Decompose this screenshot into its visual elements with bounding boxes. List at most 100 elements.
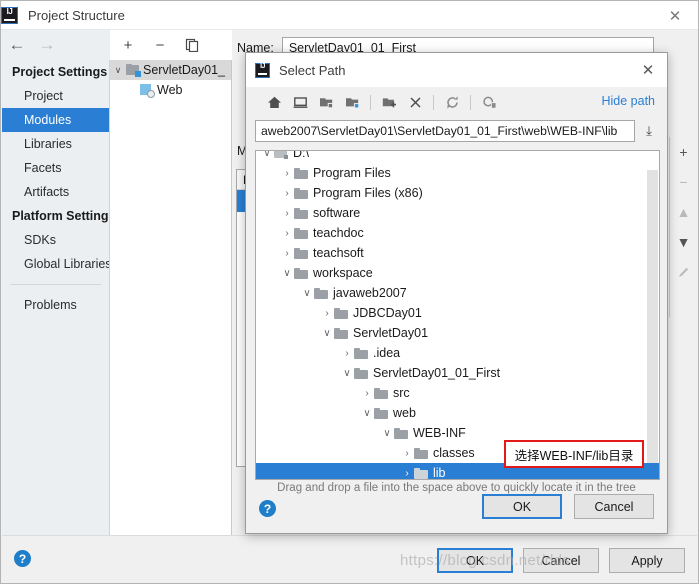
sidebar-item-sdks[interactable]: SDKs [2, 228, 109, 252]
copy-module-icon[interactable] [182, 35, 202, 55]
chevron-right-icon[interactable]: › [280, 208, 294, 219]
chevron-down-icon[interactable]: ∨ [340, 368, 354, 379]
annotation-callout: 选择WEB-INF/lib目录 [504, 440, 644, 468]
help-button[interactable]: ? [14, 550, 31, 567]
chevron-right-icon[interactable]: › [320, 308, 334, 319]
path-input[interactable]: aweb2007\ServletDay01\ServletDay01_01_Fi… [255, 120, 635, 142]
close-icon[interactable]: ✕ [652, 1, 698, 30]
sidebar-item-problems[interactable]: Problems [2, 293, 109, 317]
window-footer: ? OK Cancel Apply [2, 535, 697, 582]
chevron-down-icon[interactable]: ∨ [380, 428, 394, 439]
folder-icon [294, 247, 308, 259]
module-folder-icon[interactable] [339, 92, 365, 114]
tree-item-label: JDBCDay01 [353, 306, 422, 320]
chevron-down-icon[interactable]: ∨ [320, 328, 334, 339]
tree-item-web[interactable]: ∨ web [256, 403, 659, 423]
project-folder-icon[interactable] [313, 92, 339, 114]
add-module-button[interactable]: + [118, 35, 138, 55]
chevron-right-icon[interactable]: › [400, 448, 414, 459]
nav-forward-button[interactable]: → [32, 32, 62, 58]
move-down-button[interactable]: ▼ [674, 233, 694, 251]
tree-item-label: software [313, 206, 361, 220]
folder-icon [414, 447, 428, 459]
dialog-ok-button[interactable]: OK [482, 494, 562, 519]
folder-icon [314, 287, 328, 299]
sidebar-item-project[interactable]: Project [2, 84, 109, 108]
tree-item-label: classes [433, 446, 475, 460]
chevron-right-icon[interactable]: › [280, 168, 294, 179]
chevron-right-icon[interactable]: › [340, 348, 354, 359]
folder-icon [294, 227, 308, 239]
module-tree-row[interactable]: Web [110, 80, 231, 100]
chevron-right-icon[interactable]: › [360, 388, 374, 399]
chevron-right-icon[interactable]: › [280, 248, 294, 259]
add-dependency-button[interactable]: + [674, 143, 694, 161]
delete-icon[interactable] [402, 92, 428, 114]
sidebar-item-artifacts[interactable]: Artifacts [2, 180, 109, 204]
move-up-button[interactable]: ▲ [674, 203, 694, 221]
module-tree-row[interactable]: ∨ ServletDay01_ [110, 60, 231, 80]
folder-icon [374, 387, 388, 399]
chevron-right-icon[interactable]: › [280, 188, 294, 199]
folder-icon [294, 167, 308, 179]
tree-item-label: Program Files [313, 166, 391, 180]
chevron-down-icon[interactable]: ∨ [300, 288, 314, 299]
tree-item-label: Program Files (x86) [313, 186, 423, 200]
nav-back-button[interactable]: ← [2, 32, 32, 58]
file-tree[interactable]: ∨ D:\ › Program Files › Program Files (x… [255, 150, 660, 480]
sidebar-item-modules[interactable]: Modules [2, 108, 109, 132]
tree-item-label: WEB-INF [413, 426, 466, 440]
tree-item-src[interactable]: › src [256, 383, 659, 403]
chevron-right-icon[interactable]: › [400, 468, 414, 479]
tree-item-teachsoft[interactable]: › teachsoft [256, 243, 659, 263]
tree-item-label: javaweb2007 [333, 286, 407, 300]
tree-item-label: web [393, 406, 416, 420]
tree-item-software[interactable]: › software [256, 203, 659, 223]
show-hidden-icon[interactable] [476, 92, 502, 114]
remove-module-button[interactable]: − [150, 35, 170, 55]
new-folder-icon[interactable] [376, 92, 402, 114]
sidebar-item-libraries[interactable]: Libraries [2, 132, 109, 156]
sidebar-group-project-settings: Project Settings [12, 65, 108, 79]
chevron-down-icon[interactable]: ∨ [110, 65, 126, 76]
tree-item-jdbcday01[interactable]: › JDBCDay01 [256, 303, 659, 323]
chevron-right-icon[interactable]: › [280, 228, 294, 239]
desktop-icon[interactable] [287, 92, 313, 114]
edit-pencil-icon[interactable] [674, 263, 694, 281]
tree-item-program-files[interactable]: › Program Files [256, 163, 659, 183]
refresh-icon[interactable] [439, 92, 465, 114]
tree-item-servletday01[interactable]: ∨ ServletDay01 [256, 323, 659, 343]
chevron-down-icon[interactable]: ∨ [280, 268, 294, 279]
path-history-icon[interactable]: ⤓ [641, 121, 657, 141]
ok-button[interactable]: OK [437, 548, 513, 573]
sidebar-item-global-libraries[interactable]: Global Libraries [2, 252, 109, 276]
sidebar-item-facets[interactable]: Facets [2, 156, 109, 180]
dialog-cancel-button[interactable]: Cancel [574, 494, 654, 519]
tree-item-drive[interactable]: ∨ D:\ [256, 150, 659, 163]
module-tree-row-label: ServletDay01_ [143, 63, 225, 77]
cancel-button[interactable]: Cancel [523, 548, 599, 573]
hide-path-link[interactable]: Hide path [601, 94, 655, 108]
module-tree-panel[interactable]: ∨ ServletDay01_ Web [110, 60, 232, 535]
tree-item-servletday01-01-first[interactable]: ∨ ServletDay01_01_First [256, 363, 659, 383]
path-field-row: aweb2007\ServletDay01\ServletDay01_01_Fi… [246, 118, 667, 144]
chevron-down-icon[interactable]: ∨ [360, 408, 374, 419]
remove-dependency-button[interactable]: − [674, 173, 694, 191]
window-title: Project Structure [28, 7, 125, 23]
tree-item-javaweb2007[interactable]: ∨ javaweb2007 [256, 283, 659, 303]
dialog-help-button[interactable]: ? [259, 500, 276, 517]
folder-icon [294, 207, 308, 219]
tree-item-idea[interactable]: › .idea [256, 343, 659, 363]
tree-item-teachdoc[interactable]: › teachdoc [256, 223, 659, 243]
close-icon[interactable]: ✕ [637, 59, 659, 81]
module-toolbar: + − [110, 30, 232, 60]
apply-button[interactable]: Apply [609, 548, 685, 573]
tree-item-workspace[interactable]: ∨ workspace [256, 263, 659, 283]
tree-item-label: src [393, 386, 410, 400]
module-folder-icon [126, 64, 141, 77]
tree-item-program-files-x86[interactable]: › Program Files (x86) [256, 183, 659, 203]
folder-icon [414, 467, 428, 479]
chevron-down-icon[interactable]: ∨ [260, 151, 274, 159]
home-icon[interactable] [261, 92, 287, 114]
tree-item-label: D:\ [293, 150, 309, 160]
